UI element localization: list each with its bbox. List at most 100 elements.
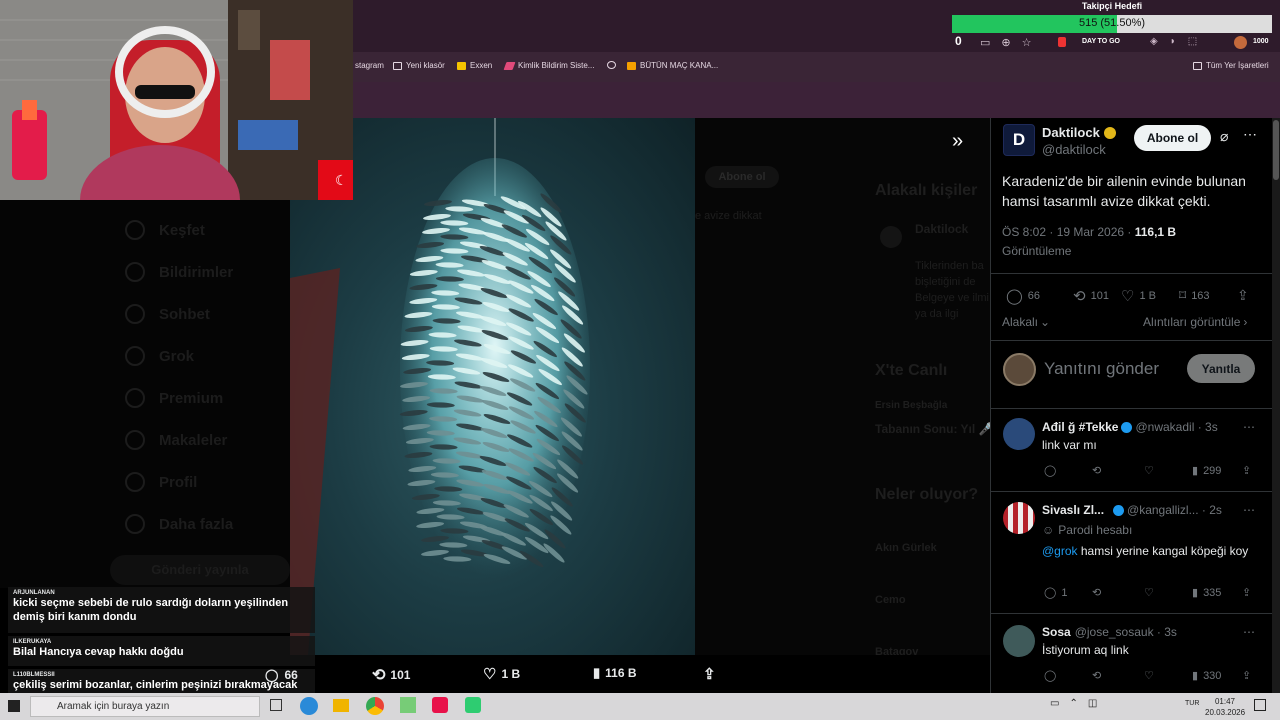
mention-link[interactable]: @grok	[1042, 544, 1078, 558]
zoom-icon[interactable]: ⊕	[1001, 36, 1010, 49]
reply-share-button[interactable]: ⇪	[1242, 586, 1251, 599]
heart-icon: ♡	[1121, 288, 1135, 305]
puzzle-icon[interactable]: ◈	[1150, 36, 1158, 47]
nav-more[interactable]: Daha fazla	[125, 514, 233, 534]
mask-icon: ☺	[1042, 523, 1055, 537]
reply-handle: @jose_sosauk · 3s	[1074, 625, 1177, 639]
author-name: Daktilock	[1042, 125, 1100, 140]
bookmark-all[interactable]: Tüm Yer İşaretleri	[1193, 61, 1269, 70]
reply-views[interactable]: ▮ 330	[1192, 669, 1221, 683]
scrollbar-track[interactable]	[1272, 118, 1280, 693]
follower-progress-text: 515 (51.50%)	[1078, 17, 1146, 29]
reply-input[interactable]: Yanıtını gönder	[1044, 359, 1159, 379]
media-share-button[interactable]: ⇪	[703, 665, 716, 683]
nav-articles[interactable]: Makaleler	[125, 430, 227, 450]
system-tray[interactable]: ▭ ⌃ ◫	[1050, 698, 1097, 709]
nav-explore[interactable]: Keşfet	[125, 220, 205, 240]
reply-like-button[interactable]: ♡	[1144, 669, 1154, 682]
nav-grok[interactable]: Grok	[125, 346, 194, 366]
reply-share-button[interactable]: ⇪	[1242, 464, 1251, 477]
bookmark-globe[interactable]	[607, 61, 616, 69]
post-button[interactable]: Gönderi yayınla	[110, 555, 290, 585]
nav-chat[interactable]: Sohbet	[125, 304, 210, 324]
notifications-icon[interactable]	[1254, 699, 1266, 711]
scrollbar-thumb[interactable]	[1273, 120, 1279, 180]
bookmark-kimlik[interactable]: Kimlik Bildirim Siste...	[503, 61, 594, 70]
reply-button[interactable]: ◯ 66	[1006, 287, 1040, 305]
more-icon[interactable]: ⋯	[1243, 126, 1257, 143]
more-icon[interactable]: ⋯	[1243, 420, 1255, 434]
app-icon[interactable]	[400, 697, 416, 713]
reply-reply-button[interactable]: ◯	[1044, 669, 1056, 682]
media-like-button[interactable]: ♡ 1 B	[483, 665, 520, 683]
bookmark-mac[interactable]: BÜTÜN MAÇ KANA...	[627, 61, 718, 70]
follow-button[interactable]: Abone ol	[1134, 125, 1211, 151]
chrome-icon[interactable]	[366, 697, 384, 715]
app-icon[interactable]	[465, 697, 481, 713]
bookmark-instagram[interactable]: stagram	[355, 61, 384, 70]
reply-avatar[interactable]	[1003, 625, 1035, 657]
cast-icon[interactable]: ▭	[980, 36, 990, 49]
bg-trend: Cemo	[875, 594, 906, 606]
wave-icon[interactable]: ◗	[1170, 36, 1176, 47]
reply-retweet-button[interactable]: ⟲	[1092, 464, 1101, 477]
author-name-row[interactable]: Daktilock	[1042, 125, 1116, 140]
more-icon[interactable]: ⋯	[1243, 503, 1255, 517]
bookmark-folder[interactable]: Yeni klasör	[393, 61, 445, 70]
star-icon[interactable]: ☆	[1022, 36, 1032, 49]
sort-dropdown[interactable]: Alakalı ⌄	[1002, 315, 1050, 329]
nav-profile[interactable]: Profil	[125, 472, 197, 492]
bookmark-exxen[interactable]: Exxen	[457, 61, 492, 70]
keyboard-icon[interactable]: ▭	[1050, 698, 1059, 709]
extensions-icon[interactable]: ⬚	[1188, 36, 1197, 47]
reply-avatar[interactable]	[1003, 418, 1035, 450]
reply-retweet-button[interactable]: ⟲	[1092, 669, 1101, 682]
reply-share-button[interactable]: ⇪	[1242, 669, 1251, 682]
media-views-button[interactable]: ▮ 116 B	[593, 665, 637, 681]
bookmark-button[interactable]: ⌑ 163	[1179, 287, 1210, 304]
windows-start-icon[interactable]	[8, 700, 20, 712]
reply-views[interactable]: ▮ 335	[1192, 586, 1222, 600]
reply-like-button[interactable]: ♡	[1144, 586, 1154, 599]
nav-label: Grok	[159, 347, 195, 365]
reply-views[interactable]: ▮ 299	[1192, 464, 1221, 478]
windows-taskbar: Aramak için buraya yazın ▭ ⌃ ◫ TUR 01:47…	[0, 693, 1280, 720]
reply-reply-button[interactable]: ◯ 1	[1044, 586, 1067, 600]
reply-avatar[interactable]	[1003, 502, 1035, 534]
profile-avatar[interactable]	[1234, 36, 1247, 49]
collapse-chevrons-icon[interactable]: »	[952, 130, 963, 153]
retweet-icon: ⟲	[1092, 587, 1102, 599]
nav-premium[interactable]: Premium	[125, 388, 223, 408]
tweet-detail-panel: D Daktilock @daktilock Abone ol ⌀ ⋯ Kara…	[990, 118, 1273, 693]
reply-like-button[interactable]: ♡	[1144, 464, 1154, 477]
extension-countdown[interactable]: DAY TO GO	[1082, 38, 1120, 45]
author-avatar[interactable]: D	[1003, 124, 1035, 156]
bg-name: Daktilock	[915, 222, 969, 236]
view-quotes-link[interactable]: Alıntıları görüntüle ›	[1143, 315, 1247, 329]
nav-notifications[interactable]: Bildirimler	[125, 262, 233, 282]
article-icon	[125, 430, 145, 450]
user-avatar[interactable]	[1003, 353, 1036, 386]
clock[interactable]: 01:47 20.03.2026	[1205, 696, 1245, 718]
reply-retweet-button[interactable]: ⟲	[1092, 586, 1101, 599]
reply-views-count: 335	[1203, 586, 1222, 599]
task-view-icon[interactable]	[270, 699, 282, 711]
language-indicator[interactable]: TUR	[1185, 700, 1199, 707]
network-icon[interactable]: ◫	[1088, 698, 1097, 709]
retweet-button[interactable]: ⟲ 101	[1073, 287, 1109, 305]
extension-icon[interactable]	[1058, 37, 1066, 47]
more-icon[interactable]: ⋯	[1243, 625, 1255, 639]
media-retweet-button[interactable]: ⟲ 101	[372, 665, 410, 685]
app-icon[interactable]	[300, 697, 318, 715]
author-handle[interactable]: @daktilock	[1042, 142, 1106, 157]
chevron-up-icon[interactable]: ⌃	[1069, 698, 1077, 709]
grok-icon[interactable]: ⌀	[1220, 128, 1228, 145]
reply-submit-button[interactable]: Yanıtla	[1187, 354, 1255, 383]
folder-icon[interactable]	[333, 699, 349, 712]
taskbar-search-input[interactable]: Aramak için buraya yazın	[30, 696, 260, 717]
app-icon[interactable]	[432, 697, 448, 713]
reply-reply-button[interactable]: ◯	[1044, 464, 1056, 477]
like-button[interactable]: ♡ 1 B	[1121, 287, 1156, 305]
share-button[interactable]: ⇪	[1237, 287, 1249, 304]
reply-icon: ◯	[1006, 288, 1023, 305]
